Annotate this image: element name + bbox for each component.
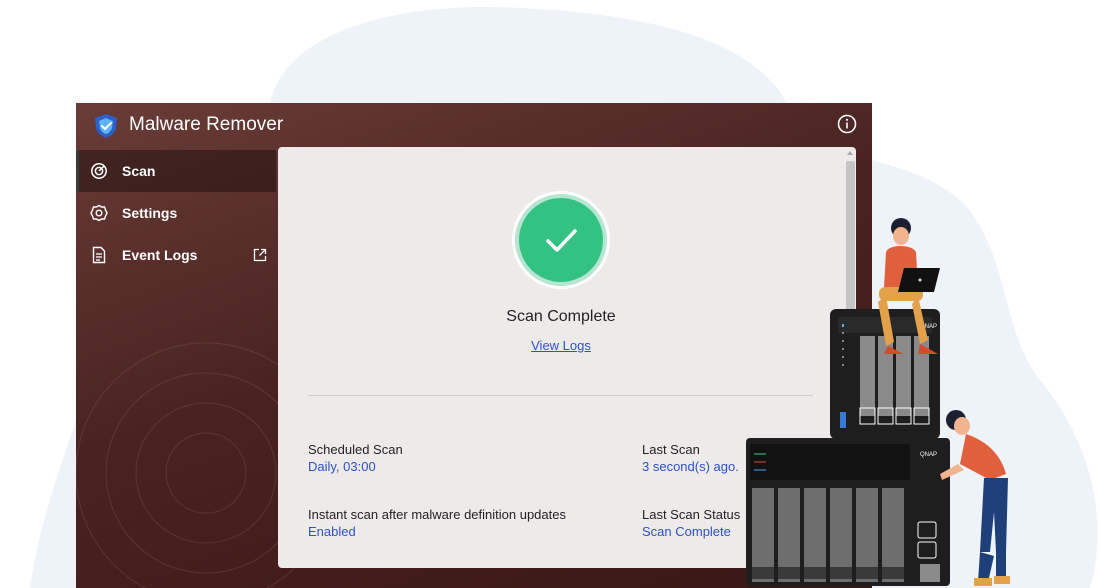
radar-icon [91, 163, 107, 179]
shield-logo-icon [95, 114, 117, 138]
last-scan-status-label: Last Scan Status [642, 507, 741, 522]
info-icon[interactable] [836, 113, 858, 135]
scroll-up-arrow-icon[interactable] [847, 151, 853, 155]
document-icon [92, 246, 106, 264]
sidebar-item-label: Settings [122, 205, 178, 221]
scheduled-scan-value: Daily, 03:00 [308, 459, 376, 474]
sidebar-item-label: Scan [122, 163, 156, 179]
title-bar: Malware Remover [76, 103, 872, 149]
app-title: Malware Remover [129, 114, 284, 135]
check-icon [512, 191, 610, 289]
sidebar-item-event-logs[interactable]: Event Logs [76, 234, 276, 276]
nas-brand-large: QNAP [920, 452, 937, 458]
sidebar-item-scan[interactable]: Scan [76, 150, 276, 192]
standing-person [940, 410, 1010, 586]
instant-scan-label: Instant scan after malware definition up… [308, 507, 566, 522]
sidebar: Scan Settings Event Logs [76, 150, 276, 276]
scheduled-scan-label: Scheduled Scan [308, 442, 403, 457]
divider [308, 395, 813, 396]
last-scan-value: 3 second(s) ago. [642, 459, 739, 474]
sidebar-item-settings[interactable]: Settings [76, 192, 276, 234]
last-scan-status-value: Scan Complete [642, 524, 731, 539]
nas-illustration: QNAP QNAP [746, 218, 1010, 586]
large-nas-unit: QNAP [746, 438, 950, 586]
last-scan-label: Last Scan [642, 442, 700, 457]
sidebar-item-label: Event Logs [122, 247, 198, 263]
instant-scan-value: Enabled [308, 524, 356, 539]
gear-icon [90, 204, 108, 222]
external-link-icon[interactable] [252, 247, 268, 263]
